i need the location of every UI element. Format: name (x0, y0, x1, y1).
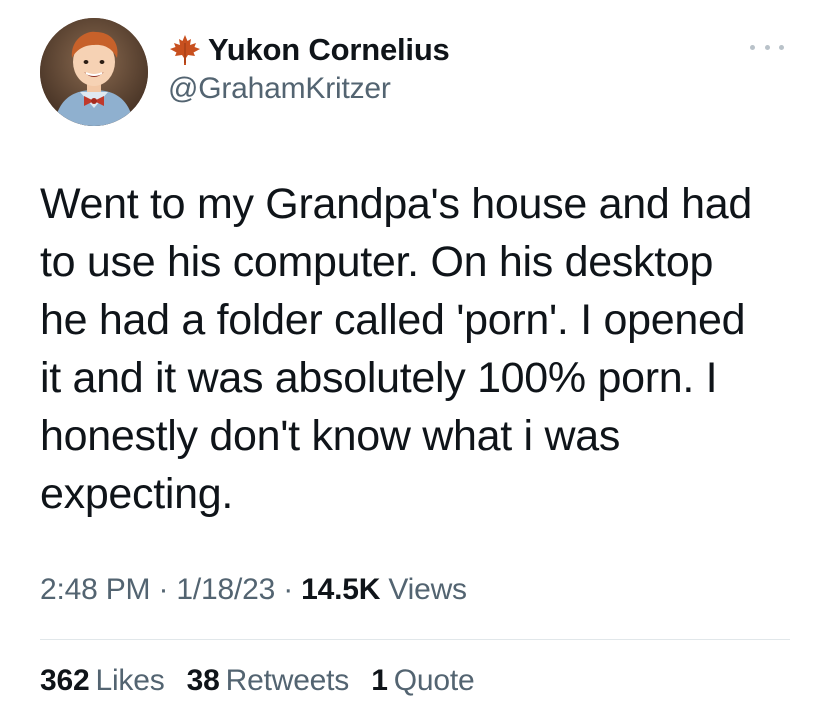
name-row: Yukon Cornelius (168, 32, 450, 68)
retweets-stat[interactable]: 38 Retweets (186, 664, 350, 697)
maple-leaf-icon (170, 35, 200, 65)
avatar-photo-icon (40, 18, 148, 126)
handle[interactable]: @GrahamKritzer (168, 72, 450, 106)
retweets-label: Retweets (225, 664, 350, 697)
quotes-count: 1 (371, 664, 388, 697)
quotes-stat[interactable]: 1 Quote (371, 664, 474, 697)
author-block: Yukon Cornelius @GrahamKritzer (168, 32, 450, 106)
more-dot-icon (750, 44, 755, 50)
views-label: Views (380, 573, 467, 606)
likes-count: 362 (40, 664, 90, 697)
more-dot-icon (764, 44, 770, 50)
quotes-label: Quote (393, 664, 475, 697)
more-dot-icon (779, 44, 784, 50)
likes-label: Likes (95, 664, 165, 697)
views-count[interactable]: 14.5K (301, 573, 380, 606)
avatar[interactable] (40, 18, 148, 126)
more-menu-button[interactable] (750, 40, 784, 54)
tweet-meta: 2:48 PM · 1/18/23 · 14.5K Views (40, 573, 467, 607)
tweet-text: Went to my Grandpa's house and had to us… (40, 180, 752, 518)
retweets-count: 38 (186, 664, 220, 697)
divider (40, 639, 790, 640)
tweet-time[interactable]: 2:48 PM (40, 573, 151, 606)
engagement-stats: 362 Likes 38 Retweets 1 Quote (40, 664, 488, 698)
meta-separator: · (150, 573, 177, 606)
likes-stat[interactable]: 362 Likes (40, 664, 165, 697)
tweet-date[interactable]: 1/18/23 (176, 573, 275, 606)
display-name[interactable]: Yukon Cornelius (208, 32, 450, 68)
tweet-card: Yukon Cornelius @GrahamKritzer Went to m… (0, 0, 828, 725)
meta-separator: · (275, 573, 302, 606)
